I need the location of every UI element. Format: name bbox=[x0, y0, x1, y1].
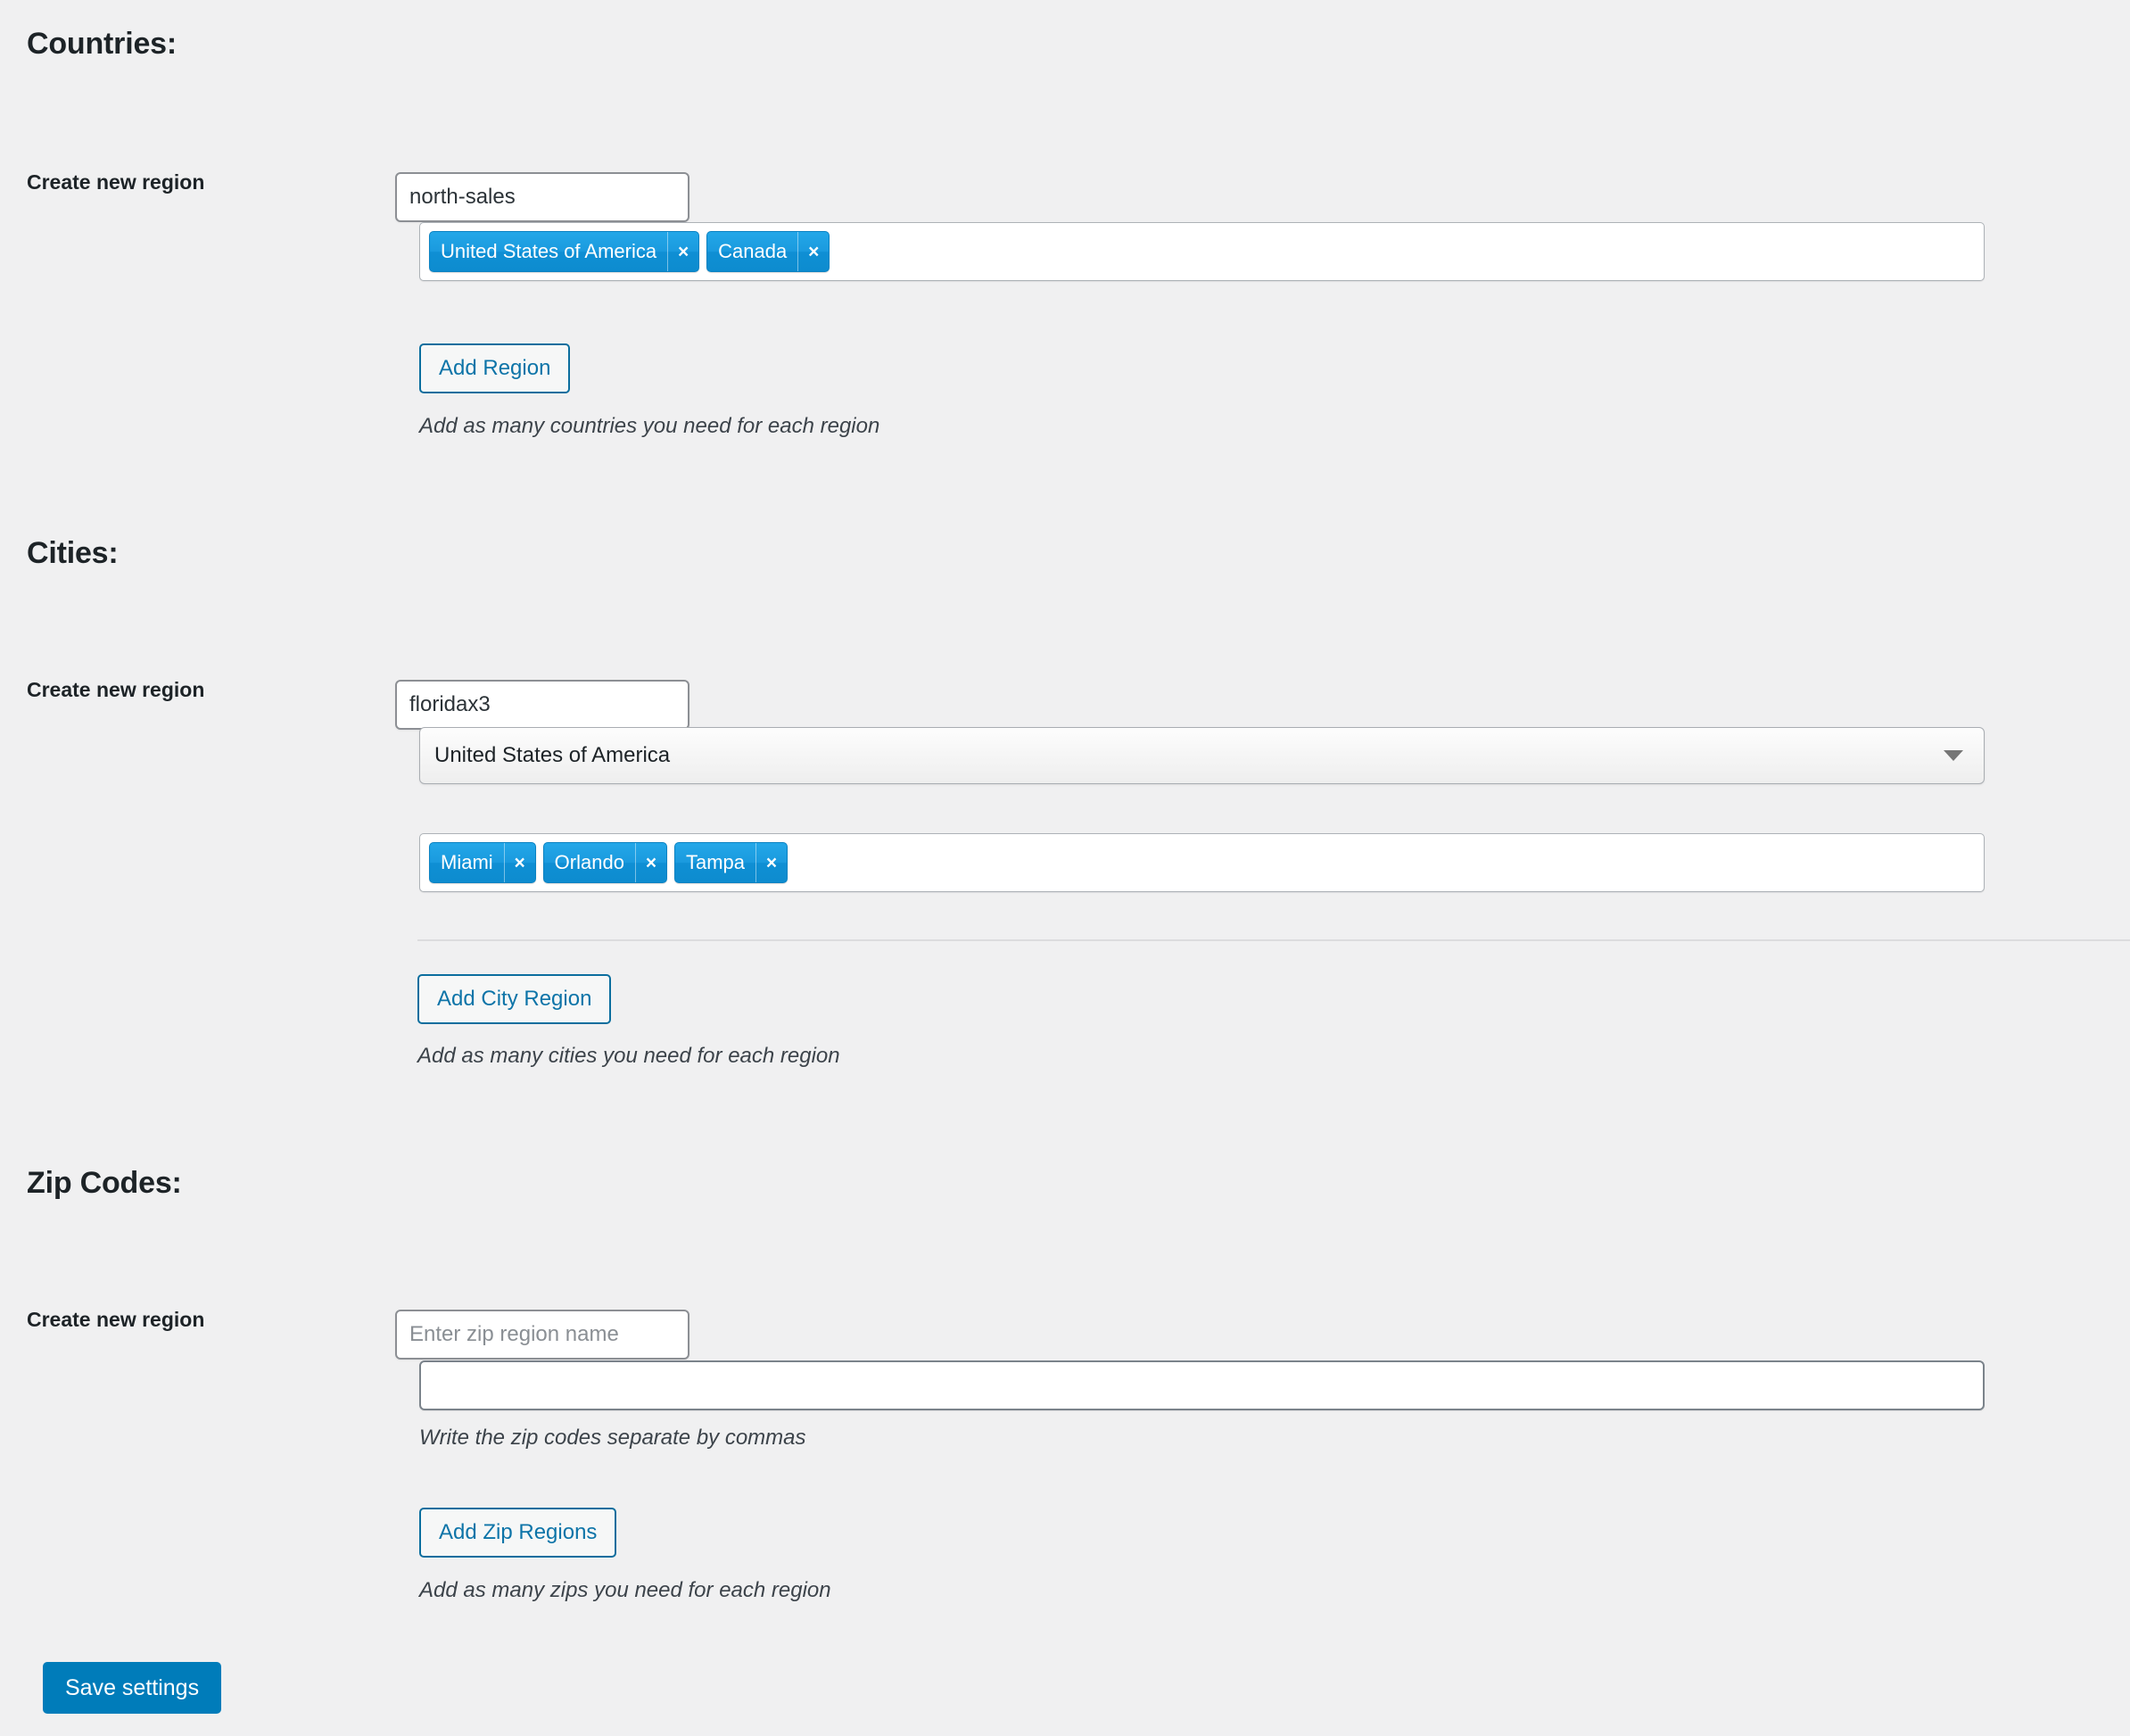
close-icon[interactable]: × bbox=[667, 232, 698, 271]
cities-region-name-input[interactable] bbox=[395, 680, 689, 730]
zipcodes-create-region-row: Create new region bbox=[0, 1310, 2130, 1360]
countries-region-name-input[interactable] bbox=[395, 172, 689, 222]
cities-multiselect[interactable]: Miami × Orlando × Tampa × bbox=[419, 833, 1985, 892]
tag-label: Orlando bbox=[554, 851, 624, 873]
save-settings-button[interactable]: Save settings bbox=[43, 1662, 222, 1714]
add-city-region-button[interactable]: Add City Region bbox=[417, 974, 612, 1024]
close-icon[interactable]: × bbox=[503, 843, 535, 882]
tag-item[interactable]: Orlando × bbox=[542, 842, 667, 883]
cities-create-region-row: Create new region bbox=[0, 680, 2130, 730]
tag-label: Miami bbox=[441, 851, 493, 873]
zipcodes-values-input[interactable] bbox=[419, 1360, 1985, 1410]
zipcodes-format-hint: Write the zip codes separate by commas bbox=[419, 1426, 806, 1450]
section-title-cities: Cities: bbox=[27, 536, 119, 570]
tag-item[interactable]: Tampa × bbox=[673, 842, 788, 883]
zipcodes-create-region-label: Create new region bbox=[27, 1308, 205, 1331]
tag-item[interactable]: Canada × bbox=[706, 231, 830, 272]
close-icon[interactable]: × bbox=[797, 232, 829, 271]
section-title-zipcodes: Zip Codes: bbox=[27, 1166, 182, 1200]
zipcodes-hint: Add as many zips you need for each regio… bbox=[419, 1578, 831, 1602]
countries-create-region-row: Create new region bbox=[0, 172, 2130, 222]
zipcodes-region-name-input[interactable] bbox=[395, 1310, 689, 1360]
cities-country-select-value: United States of America bbox=[434, 743, 671, 767]
cities-hint: Add as many cities you need for each reg… bbox=[417, 1044, 840, 1068]
tag-label: Tampa bbox=[685, 851, 745, 873]
countries-multiselect[interactable]: United States of America × Canada × bbox=[419, 222, 1985, 281]
add-zip-regions-button[interactable]: Add Zip Regions bbox=[419, 1508, 617, 1558]
tag-item[interactable]: United States of America × bbox=[429, 231, 700, 272]
cities-country-select[interactable]: United States of America bbox=[419, 727, 1985, 784]
cities-create-region-label: Create new region bbox=[27, 678, 205, 701]
countries-hint: Add as many countries you need for each … bbox=[419, 414, 880, 438]
tag-label: Canada bbox=[718, 240, 788, 262]
countries-create-region-label: Create new region bbox=[27, 170, 205, 194]
cities-country-select-box[interactable]: United States of America bbox=[419, 727, 1985, 784]
add-region-button[interactable]: Add Region bbox=[419, 343, 571, 393]
tag-label: United States of America bbox=[441, 240, 657, 262]
chevron-down-icon[interactable] bbox=[1944, 750, 1963, 761]
cities-section-divider bbox=[417, 939, 2130, 941]
section-title-countries: Countries: bbox=[27, 27, 178, 61]
region-settings-page: Countries: Create new region United Stat… bbox=[0, 0, 2130, 1736]
close-icon[interactable]: × bbox=[755, 843, 787, 882]
close-icon[interactable]: × bbox=[634, 843, 666, 882]
tag-item[interactable]: Miami × bbox=[429, 842, 536, 883]
